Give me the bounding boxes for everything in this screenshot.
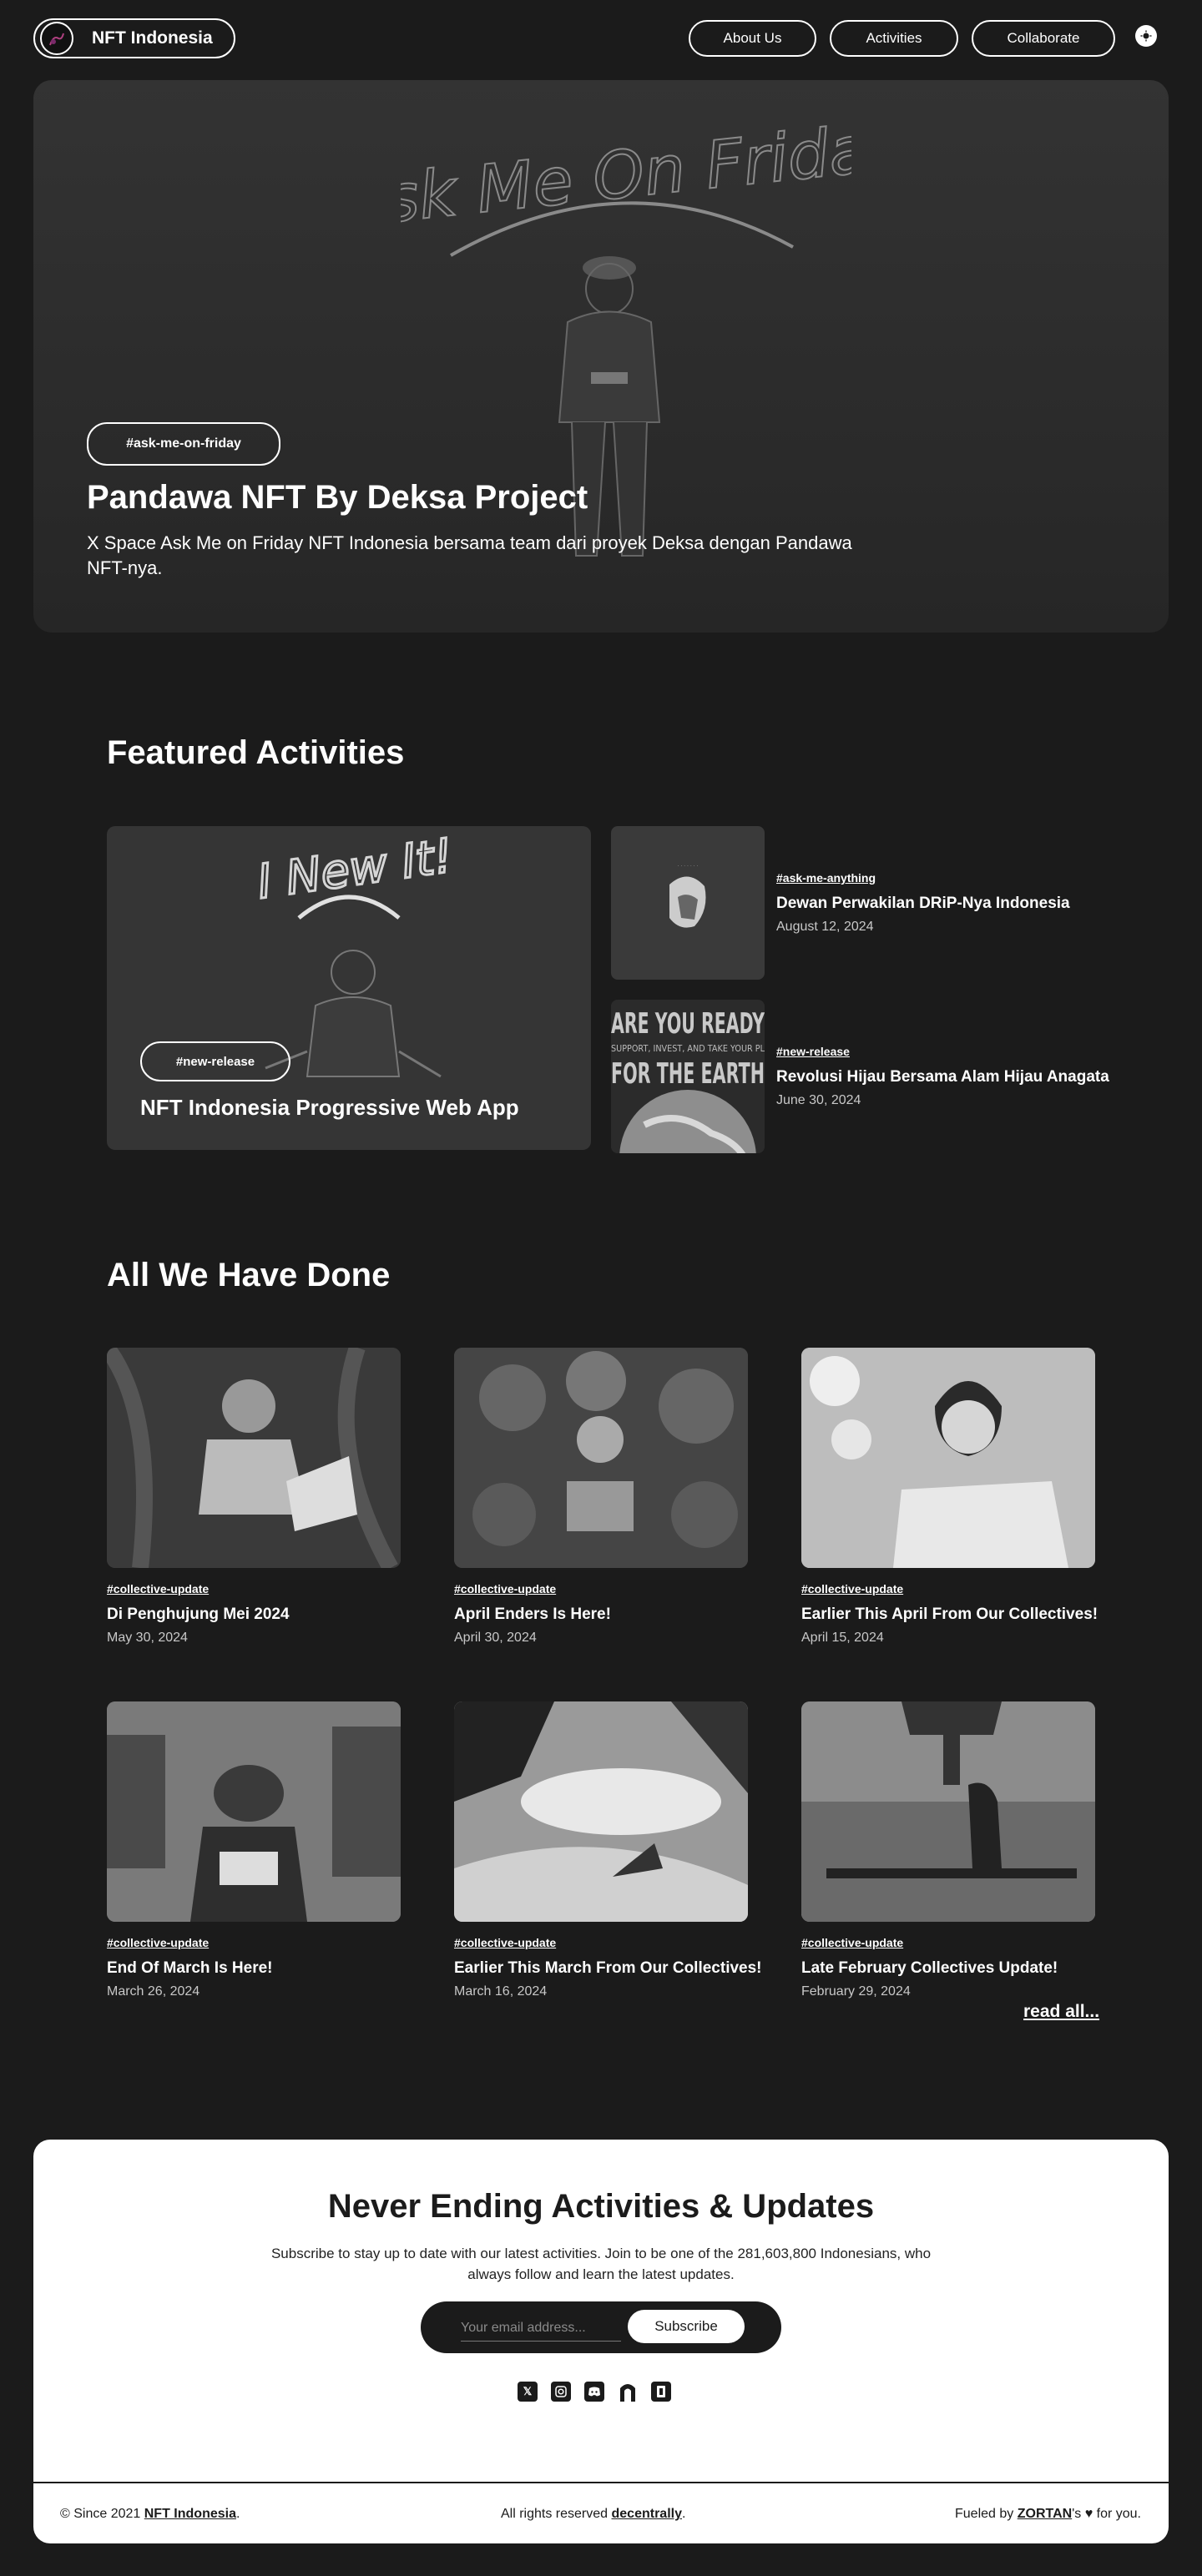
card-5-image[interactable] — [454, 1701, 748, 1922]
x-icon[interactable]: 𝕏 — [518, 2382, 538, 2402]
footer-decentrally-link[interactable]: decentrally — [612, 2507, 682, 2521]
email-input[interactable] — [461, 2315, 621, 2342]
featured-item-2-date: June 30, 2024 — [776, 1093, 861, 1107]
nav-collaborate[interactable]: Collaborate — [972, 20, 1115, 57]
theme-toggle-icon[interactable] — [1135, 25, 1157, 47]
featured-item-2-image[interactable]: ARE YOU READY SUPPORT, INVEST, AND TAKE … — [611, 1000, 765, 1153]
card-4-date: March 26, 2024 — [107, 1984, 200, 1999]
featured-item-1-title[interactable]: Dewan Perwakilan DRiP-Nya Indonesia — [776, 895, 1070, 913]
brand-button[interactable]: NFT Indonesia — [33, 18, 235, 58]
featured-item-2-title[interactable]: Revolusi Hijau Bersama Alam Hijau Anagat… — [776, 1068, 1109, 1086]
subscribe-section: Never Ending Activities & Updates Subscr… — [33, 2140, 1169, 2543]
nav-about-us[interactable]: About Us — [689, 20, 816, 57]
featured-main-card[interactable]: I New It! #new-release NFT Indonesia Pro… — [107, 826, 591, 1150]
nav-activities[interactable]: Activities — [830, 20, 958, 57]
card-3-tag[interactable]: #collective-update — [801, 1582, 903, 1596]
card-5-tag[interactable]: #collective-update — [454, 1936, 556, 1949]
svg-text:. . . . . . .: . . . . . . . — [678, 862, 699, 868]
card-4-title[interactable]: End Of March Is Here! — [107, 1959, 273, 1978]
card-3-image[interactable] — [801, 1348, 1095, 1568]
card-4-tag[interactable]: #collective-update — [107, 1936, 209, 1949]
featured-item-2-art-line1: ARE YOU READY — [611, 1007, 765, 1041]
nft-indonesia-logo — [40, 22, 73, 55]
card-4-image[interactable] — [107, 1701, 401, 1922]
card-2-tag[interactable]: #collective-update — [454, 1582, 556, 1596]
hero-title[interactable]: Pandawa NFT By Deksa Project — [87, 479, 588, 517]
footer-zortan-link[interactable]: ZORTAN — [1018, 2507, 1072, 2521]
hero-illustration: Ask Me On Friday — [401, 122, 851, 557]
featured-item-1-tag[interactable]: #ask-me-anything — [776, 871, 876, 885]
footer-divider — [33, 2482, 1169, 2483]
subscribe-title: Never Ending Activities & Updates — [327, 2188, 875, 2225]
featured-heading: Featured Activities — [107, 734, 405, 771]
discord-icon[interactable] — [584, 2382, 604, 2402]
card-6-tag[interactable]: #collective-update — [801, 1936, 903, 1949]
card-1-date: May 30, 2024 — [107, 1631, 188, 1645]
featured-item-2-art-line2: SUPPORT, INVEST, AND TAKE YOUR PL — [611, 1043, 765, 1054]
arch-icon[interactable] — [618, 2382, 638, 2402]
done-heading: All We Have Done — [107, 1257, 391, 1293]
hero-art-text: Ask Me On Friday — [401, 122, 851, 243]
featured-item-2-art-line3: FOR THE EARTH — [611, 1057, 765, 1091]
card-2-date: April 30, 2024 — [454, 1631, 537, 1645]
card-2-title[interactable]: April Enders Is Here! — [454, 1606, 611, 1624]
footer-rights: All rights reserved decentrally. — [501, 2507, 686, 2521]
featured-main-tag[interactable]: #new-release — [140, 1041, 290, 1081]
featured-item-1-date: August 12, 2024 — [776, 920, 874, 934]
card-6-date: February 29, 2024 — [801, 1984, 911, 1999]
card-6-title[interactable]: Late February Collectives Update! — [801, 1959, 1058, 1978]
instagram-icon[interactable] — [551, 2382, 571, 2402]
card-3-title[interactable]: Earlier This April From Our Collectives! — [801, 1606, 1098, 1624]
featured-item-2-tag[interactable]: #new-release — [776, 1045, 850, 1058]
hero-tag-button[interactable]: #ask-me-on-friday — [87, 422, 280, 466]
card-5-date: March 16, 2024 — [454, 1984, 548, 1999]
card-1-title[interactable]: Di Penghujung Mei 2024 — [107, 1606, 290, 1624]
brand-name: NFT Indonesia — [92, 28, 213, 48]
featured-item-1-image[interactable]: . . . . . . . — [611, 826, 765, 980]
featured-main-title[interactable]: NFT Indonesia Progressive Web App — [140, 1095, 519, 1121]
card-5-title[interactable]: Earlier This March From Our Collectives! — [454, 1959, 762, 1978]
card-6-image[interactable] — [801, 1701, 1095, 1922]
hero-banner[interactable]: Ask Me On Friday #ask-me-on-friday Panda… — [33, 80, 1169, 633]
footer-nft-indonesia-link[interactable]: NFT Indonesia — [144, 2507, 236, 2521]
card-1-tag[interactable]: #collective-update — [107, 1582, 209, 1596]
read-all-link[interactable]: read all... — [1023, 2002, 1099, 2022]
subscribe-button[interactable]: Subscribe — [628, 2310, 745, 2343]
hero-description: X Space Ask Me on Friday NFT Indonesia b… — [87, 532, 852, 578]
subscribe-form: Subscribe — [421, 2301, 781, 2353]
footer-fueled: Fueled by ZORTAN's ♥ for you. — [955, 2507, 1141, 2521]
subscribe-description: Subscribe to stay up to date with our la… — [270, 2246, 932, 2282]
footer-since: © Since 2021 NFT Indonesia. — [60, 2507, 240, 2521]
card-3-date: April 15, 2024 — [801, 1631, 884, 1645]
card-2-image[interactable] — [454, 1348, 748, 1568]
card-1-image[interactable] — [107, 1348, 401, 1568]
drip-icon[interactable] — [651, 2382, 671, 2402]
